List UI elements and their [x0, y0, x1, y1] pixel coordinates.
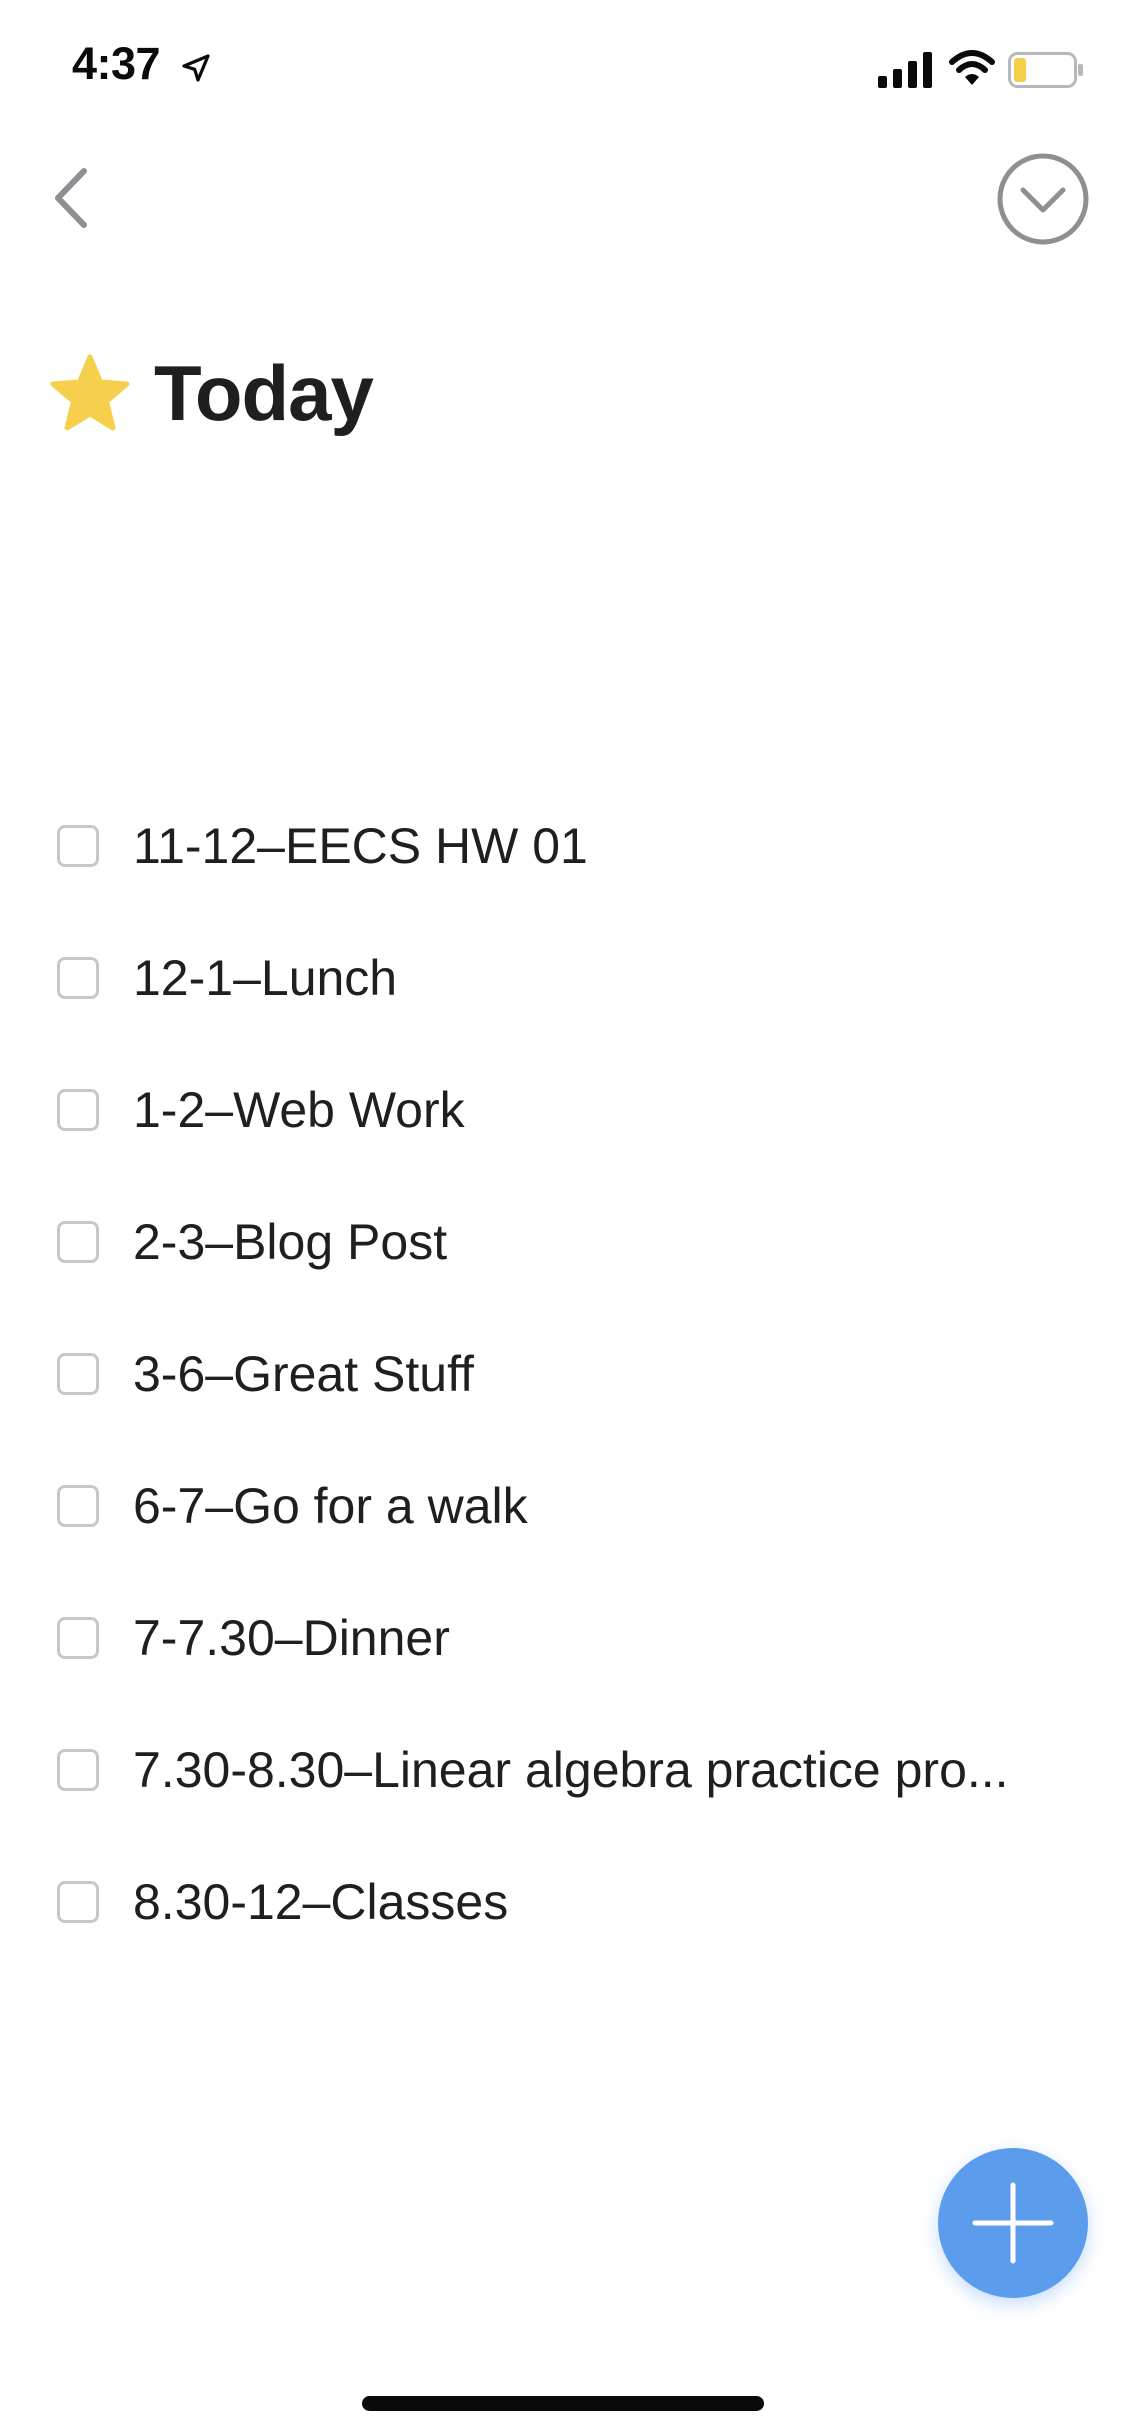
task-row[interactable]: 7-7.30–Dinner: [0, 1572, 1125, 1704]
task-title: 3-6–Great Stuff: [133, 1346, 474, 1402]
cellular-signal-icon: [878, 52, 932, 88]
task-list: 11-12–EECS HW 01 12-1–Lunch 1-2–Web Work…: [0, 780, 1125, 1968]
task-title: 7.30-8.30–Linear algebra practice pro...: [133, 1742, 1009, 1798]
chevron-left-icon: [55, 168, 87, 228]
task-title: 6-7–Go for a walk: [133, 1478, 528, 1534]
star-icon: [50, 354, 130, 431]
task-title: 12-1–Lunch: [133, 950, 398, 1006]
circle-chevron-down-icon: [997, 153, 1089, 245]
task-checkbox[interactable]: [57, 1221, 99, 1263]
task-row[interactable]: 2-3–Blog Post: [0, 1176, 1125, 1308]
task-checkbox[interactable]: [57, 1353, 99, 1395]
home-indicator: [362, 2396, 764, 2411]
task-title: 11-12–EECS HW 01: [133, 818, 588, 874]
add-task-button[interactable]: [938, 2148, 1088, 2298]
task-title: 1-2–Web Work: [133, 1082, 465, 1138]
task-checkbox[interactable]: [57, 1617, 99, 1659]
task-checkbox[interactable]: [57, 825, 99, 867]
task-checkbox[interactable]: [57, 1089, 99, 1131]
status-time: 4:37: [72, 38, 161, 89]
task-row[interactable]: 7.30-8.30–Linear algebra practice pro...: [0, 1704, 1125, 1836]
task-title: 7-7.30–Dinner: [133, 1610, 450, 1666]
task-checkbox[interactable]: [57, 1881, 99, 1923]
page-header: Today: [48, 348, 374, 438]
back-button[interactable]: [30, 158, 110, 238]
more-options-button[interactable]: [996, 152, 1090, 246]
task-row[interactable]: 1-2–Web Work: [0, 1044, 1125, 1176]
task-checkbox[interactable]: [57, 1485, 99, 1527]
task-checkbox[interactable]: [57, 1749, 99, 1791]
task-row[interactable]: 12-1–Lunch: [0, 912, 1125, 1044]
task-checkbox[interactable]: [57, 957, 99, 999]
task-row[interactable]: 6-7–Go for a walk: [0, 1440, 1125, 1572]
task-title: 2-3–Blog Post: [133, 1214, 448, 1270]
wifi-icon: [949, 50, 995, 85]
battery-low-icon: [1008, 52, 1083, 88]
plus-icon: [972, 2182, 1054, 2264]
task-row[interactable]: 3-6–Great Stuff: [0, 1308, 1125, 1440]
task-title: 8.30-12–Classes: [133, 1874, 509, 1930]
status-bar: 4:37: [0, 0, 1125, 132]
page-title: Today: [154, 348, 374, 437]
task-row[interactable]: 11-12–EECS HW 01: [0, 780, 1125, 912]
task-row[interactable]: 8.30-12–Classes: [0, 1836, 1125, 1968]
location-arrow-icon: [182, 54, 210, 82]
